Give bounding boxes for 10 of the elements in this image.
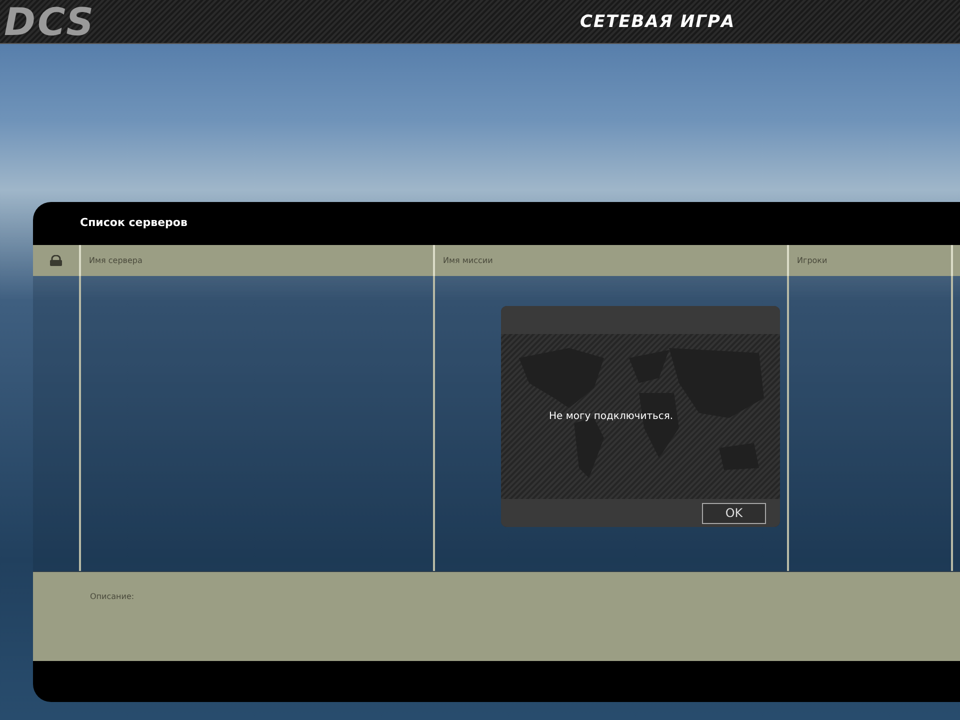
description-label: Описание: <box>90 592 134 601</box>
dialog-message: Не могу подключиться. <box>549 410 674 424</box>
column-header[interactable]: Игроки <box>789 245 953 276</box>
column-header[interactable]: Имя миссии <box>435 245 789 276</box>
ok-button[interactable]: OK <box>702 502 766 524</box>
panel-title: Список серверов <box>80 215 188 232</box>
screen-title: СЕТЕВАЯ ИГРА <box>580 11 736 34</box>
logo: DCS <box>3 0 96 43</box>
column-header[interactable]: Имя сервера <box>81 245 435 276</box>
lock-icon <box>49 255 63 266</box>
